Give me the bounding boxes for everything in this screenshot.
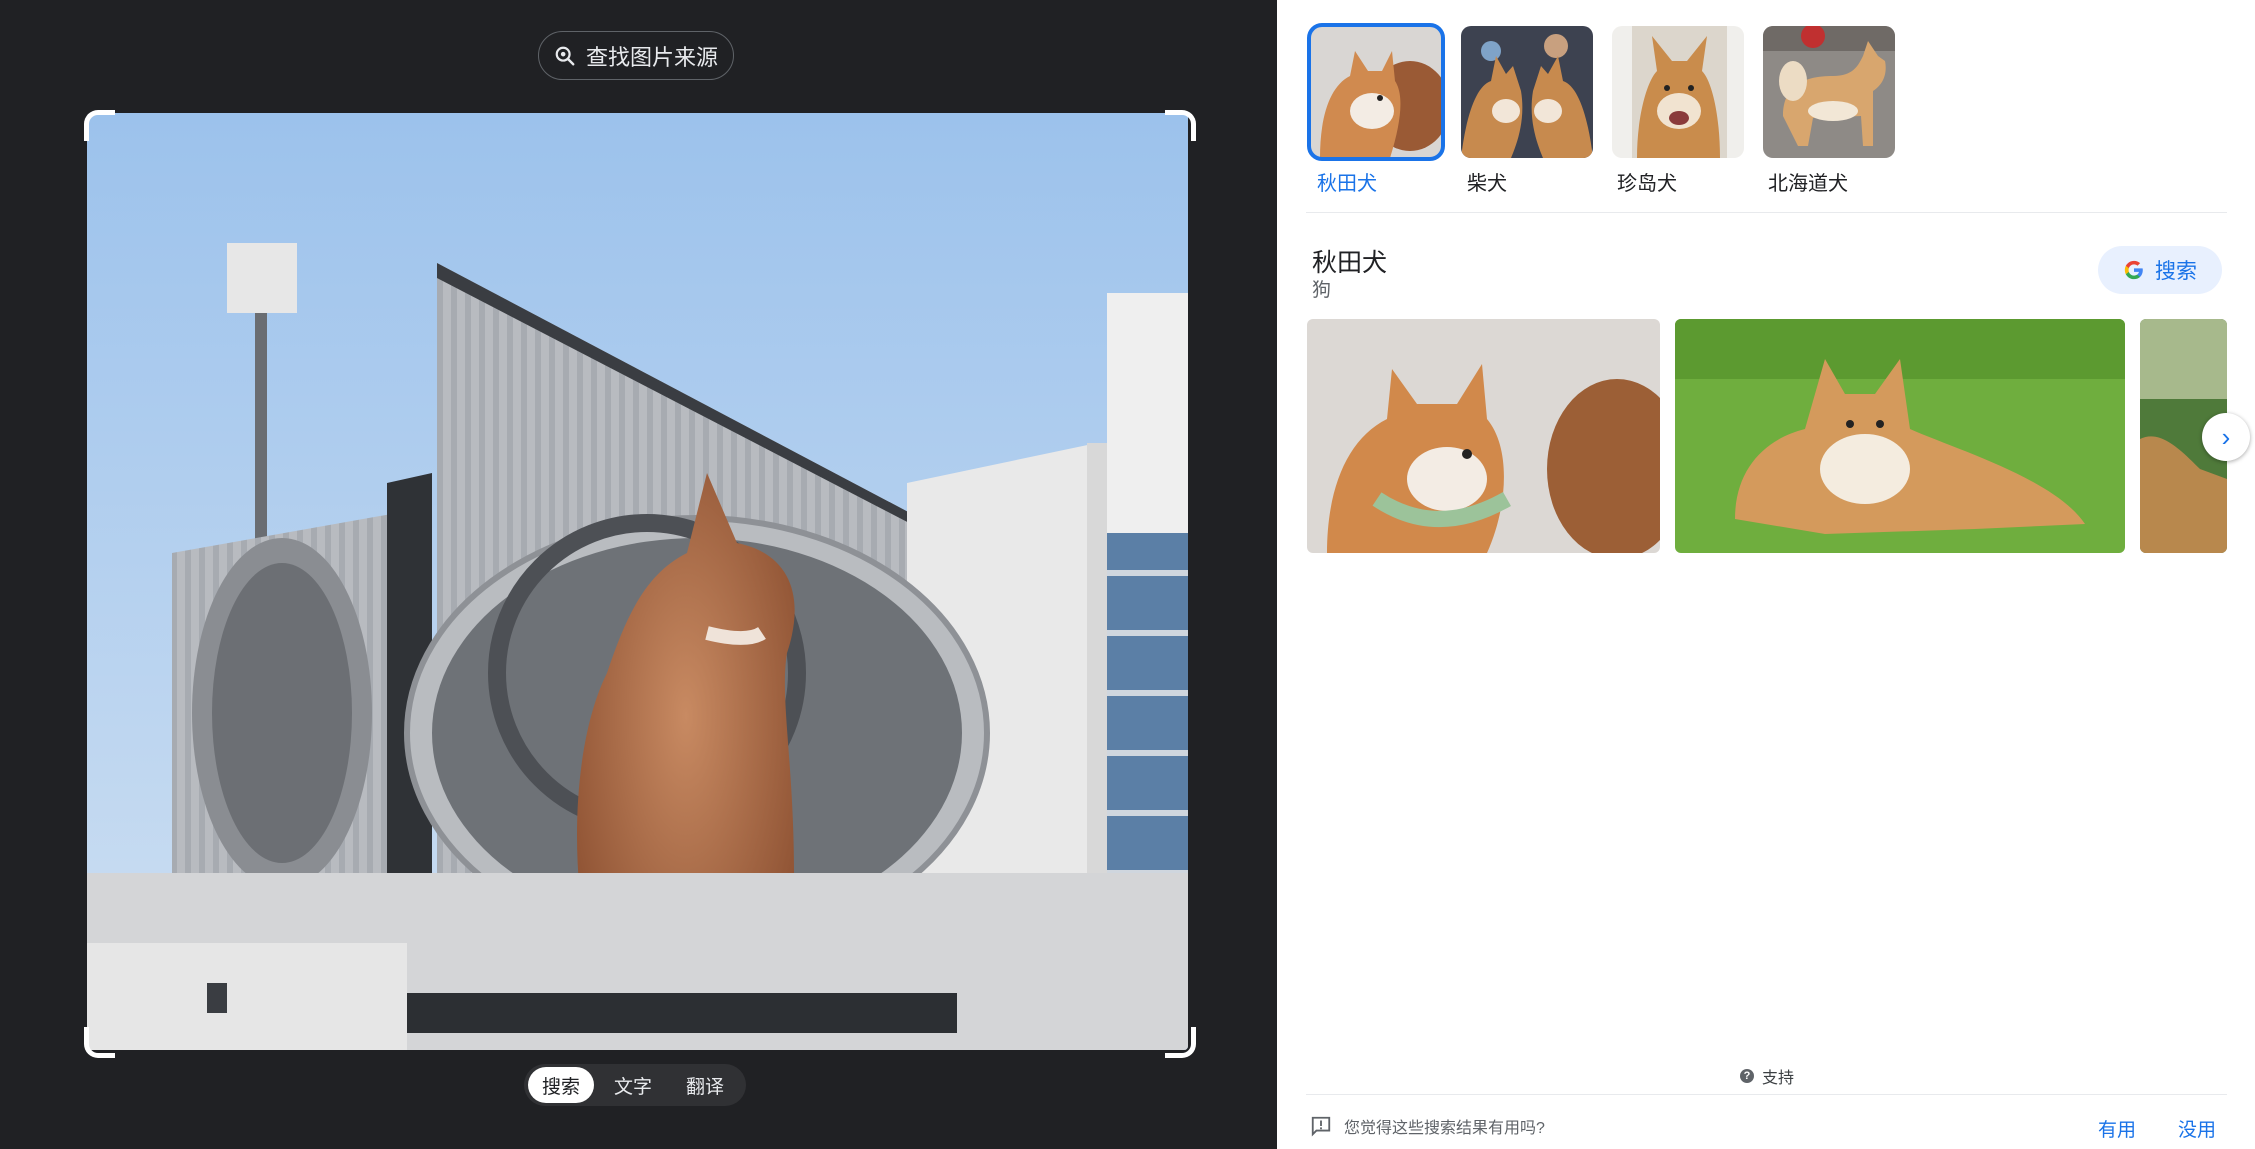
find-image-source-button[interactable]: 查找图片来源 <box>538 31 734 80</box>
entity-title: 秋田犬 <box>1312 249 1388 277</box>
tab-translate[interactable]: 翻译 <box>672 1067 738 1103</box>
breed-label-hokkaido[interactable]: 北海道犬 <box>1768 167 1848 196</box>
feedback-question: 您觉得这些搜索结果有用吗? <box>1310 1114 1545 1138</box>
lens-search-icon <box>555 46 575 65</box>
crop-handle-top-left[interactable] <box>84 110 115 141</box>
google-search-label: 搜索 <box>2155 260 2197 283</box>
chevron-right-icon: › <box>2221 421 2231 452</box>
next-results-button[interactable]: › <box>2202 413 2250 461</box>
breed-thumb-shiba[interactable] <box>1461 26 1593 158</box>
help-icon: ? <box>1740 1069 1754 1083</box>
find-image-source-label: 查找图片来源 <box>585 44 718 70</box>
feedback-not-useful-link[interactable]: 没用 <box>2178 1115 2216 1142</box>
breed-label-jindo[interactable]: 珍岛犬 <box>1617 167 1677 196</box>
support-label: 支持 <box>1762 1070 1795 1087</box>
crop-handle-bottom-left[interactable] <box>84 1027 115 1058</box>
breed-thumb-akita[interactable] <box>1307 23 1445 161</box>
footer-divider <box>1306 1094 2227 1095</box>
crop-handle-bottom-right[interactable] <box>1165 1027 1196 1058</box>
tab-text[interactable]: 文字 <box>600 1067 666 1103</box>
breed-thumb-jindo[interactable] <box>1612 26 1744 158</box>
breed-thumb-hokkaido[interactable] <box>1763 26 1895 158</box>
selected-image[interactable] <box>87 113 1188 1050</box>
section-divider <box>1306 212 2227 213</box>
mode-tabs: 搜索 文字 翻译 <box>524 1064 746 1106</box>
google-search-button[interactable]: 搜索 <box>2098 246 2222 294</box>
breed-label-shiba[interactable]: 柴犬 <box>1467 167 1507 196</box>
support-link[interactable]: ? 支持 <box>1740 1064 1794 1088</box>
results-pane <box>1277 0 2255 1149</box>
result-image-1[interactable] <box>1307 319 1660 553</box>
feedback-useful-link[interactable]: 有用 <box>2098 1115 2136 1142</box>
google-g-icon <box>2124 260 2143 280</box>
tab-search[interactable]: 搜索 <box>528 1067 595 1103</box>
result-image-2[interactable] <box>1675 319 2125 553</box>
feedback-question-text: 您觉得这些搜索结果有用吗? <box>1344 1120 1545 1137</box>
crop-handle-top-right[interactable] <box>1165 110 1196 141</box>
image-viewer-pane: 查找图片来源 搜索 文字 翻译 <box>0 0 1277 1149</box>
entity-subtitle: 狗 <box>1312 280 1332 301</box>
feedback-icon <box>1311 1116 1331 1137</box>
breed-label-akita[interactable]: 秋田犬 <box>1317 167 1377 196</box>
